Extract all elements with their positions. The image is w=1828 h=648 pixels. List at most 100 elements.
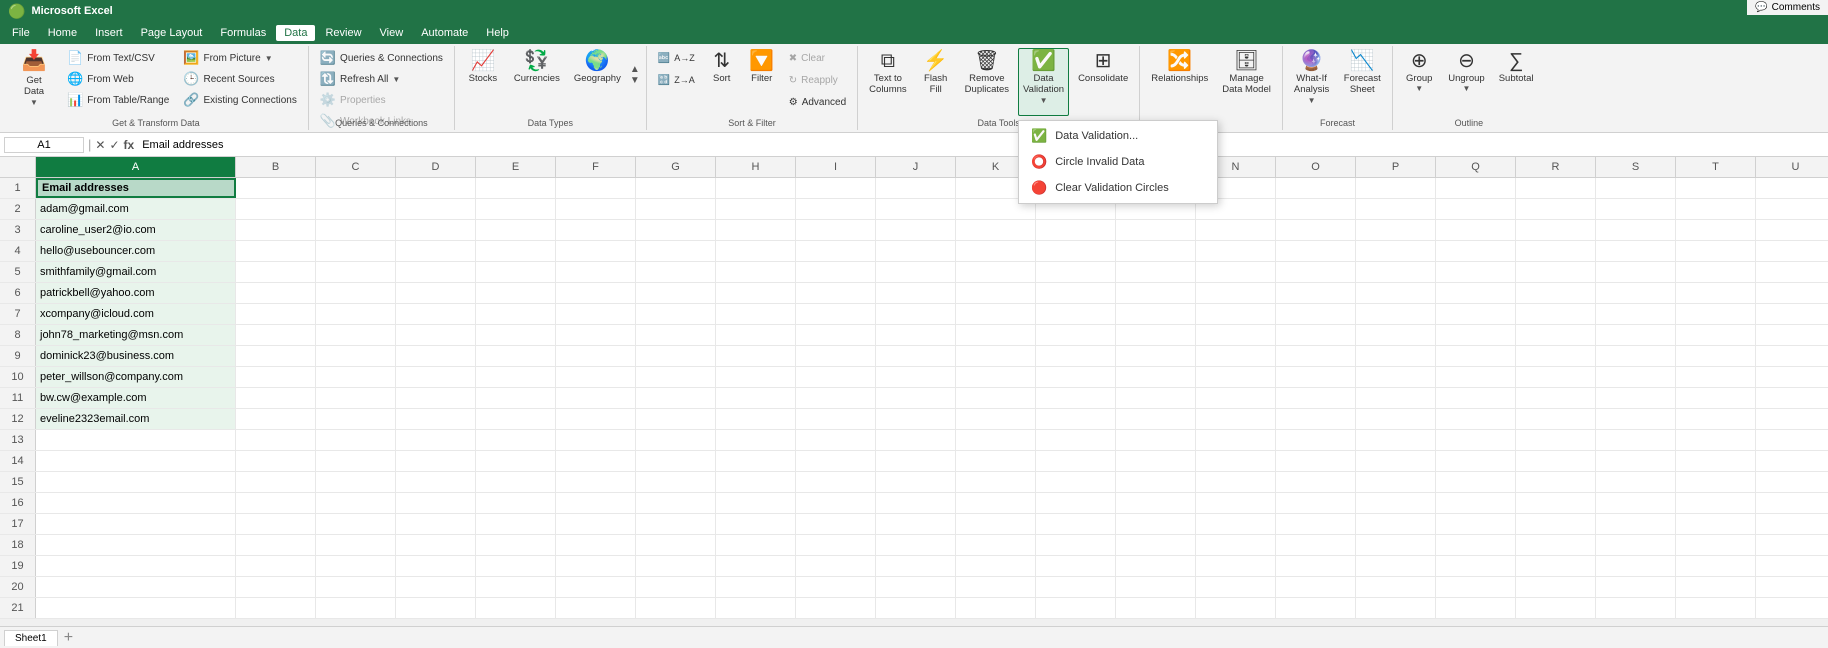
cell-b2[interactable] xyxy=(236,199,316,219)
cell-h20[interactable] xyxy=(716,577,796,597)
cell-c21[interactable] xyxy=(316,598,396,618)
cell-e16[interactable] xyxy=(476,493,556,513)
cell-d1[interactable] xyxy=(396,178,476,198)
menu-automate[interactable]: Automate xyxy=(413,25,476,41)
menu-help[interactable]: Help xyxy=(478,25,517,41)
row-header-5[interactable]: 5 xyxy=(0,262,36,282)
dv-data-validation-item[interactable]: ✅ Data Validation... xyxy=(1019,123,1217,149)
cell-p17[interactable] xyxy=(1356,514,1436,534)
cell-r7[interactable] xyxy=(1516,304,1596,324)
cell-c4[interactable] xyxy=(316,241,396,261)
cell-f8[interactable] xyxy=(556,325,636,345)
cell-f7[interactable] xyxy=(556,304,636,324)
group-button[interactable]: ⊕ Group ▼ xyxy=(1399,48,1439,116)
cell-i19[interactable] xyxy=(796,556,876,576)
cell-f18[interactable] xyxy=(556,535,636,555)
cell-n20[interactable] xyxy=(1196,577,1276,597)
row-header-10[interactable]: 10 xyxy=(0,367,36,387)
cell-a8[interactable]: john78_marketing@msn.com xyxy=(36,325,236,345)
cell-o5[interactable] xyxy=(1276,262,1356,282)
col-header-u[interactable]: U xyxy=(1756,157,1828,177)
cell-t16[interactable] xyxy=(1676,493,1756,513)
cell-u13[interactable] xyxy=(1756,430,1828,450)
cell-n9[interactable] xyxy=(1196,346,1276,366)
col-header-d[interactable]: D xyxy=(396,157,476,177)
cell-q14[interactable] xyxy=(1436,451,1516,471)
cell-b7[interactable] xyxy=(236,304,316,324)
cell-d20[interactable] xyxy=(396,577,476,597)
cell-k12[interactable] xyxy=(956,409,1036,429)
cell-i10[interactable] xyxy=(796,367,876,387)
cell-d9[interactable] xyxy=(396,346,476,366)
cell-r10[interactable] xyxy=(1516,367,1596,387)
row-header-4[interactable]: 4 xyxy=(0,241,36,261)
cell-e4[interactable] xyxy=(476,241,556,261)
cell-l6[interactable] xyxy=(1036,283,1116,303)
cell-t19[interactable] xyxy=(1676,556,1756,576)
cell-r15[interactable] xyxy=(1516,472,1596,492)
cell-m13[interactable] xyxy=(1116,430,1196,450)
cell-i20[interactable] xyxy=(796,577,876,597)
cell-o13[interactable] xyxy=(1276,430,1356,450)
from-table-range-button[interactable]: 📊 From Table/Range xyxy=(62,90,174,110)
filter-button[interactable]: 🔽 Filter xyxy=(744,48,780,116)
cell-u4[interactable] xyxy=(1756,241,1828,261)
queries-connections-button[interactable]: 🔄 Queries & Connections xyxy=(315,48,448,68)
cell-a6[interactable]: patrickbell@yahoo.com xyxy=(36,283,236,303)
cell-t18[interactable] xyxy=(1676,535,1756,555)
cell-f14[interactable] xyxy=(556,451,636,471)
cell-k15[interactable] xyxy=(956,472,1036,492)
cell-n15[interactable] xyxy=(1196,472,1276,492)
cell-r17[interactable] xyxy=(1516,514,1596,534)
cell-e9[interactable] xyxy=(476,346,556,366)
cell-h14[interactable] xyxy=(716,451,796,471)
cell-p14[interactable] xyxy=(1356,451,1436,471)
cell-f21[interactable] xyxy=(556,598,636,618)
cell-h16[interactable] xyxy=(716,493,796,513)
cell-d19[interactable] xyxy=(396,556,476,576)
cell-i11[interactable] xyxy=(796,388,876,408)
cell-r5[interactable] xyxy=(1516,262,1596,282)
cell-j13[interactable] xyxy=(876,430,956,450)
cell-i4[interactable] xyxy=(796,241,876,261)
cell-d6[interactable] xyxy=(396,283,476,303)
cell-a20[interactable] xyxy=(36,577,236,597)
cell-g16[interactable] xyxy=(636,493,716,513)
cell-r18[interactable] xyxy=(1516,535,1596,555)
cell-h10[interactable] xyxy=(716,367,796,387)
cell-h21[interactable] xyxy=(716,598,796,618)
cell-h2[interactable] xyxy=(716,199,796,219)
cell-p4[interactable] xyxy=(1356,241,1436,261)
cell-m15[interactable] xyxy=(1116,472,1196,492)
cell-g1[interactable] xyxy=(636,178,716,198)
cell-t5[interactable] xyxy=(1676,262,1756,282)
row-header-14[interactable]: 14 xyxy=(0,451,36,471)
cell-c6[interactable] xyxy=(316,283,396,303)
cell-b15[interactable] xyxy=(236,472,316,492)
cell-i8[interactable] xyxy=(796,325,876,345)
subtotal-button[interactable]: ∑ Subtotal xyxy=(1494,48,1539,116)
cell-k4[interactable] xyxy=(956,241,1036,261)
col-header-a[interactable]: A xyxy=(36,157,236,177)
cell-p19[interactable] xyxy=(1356,556,1436,576)
cell-s6[interactable] xyxy=(1596,283,1676,303)
cell-h7[interactable] xyxy=(716,304,796,324)
cell-a11[interactable]: bw.cw@example.com xyxy=(36,388,236,408)
cell-r19[interactable] xyxy=(1516,556,1596,576)
cell-k10[interactable] xyxy=(956,367,1036,387)
cell-k19[interactable] xyxy=(956,556,1036,576)
cell-d4[interactable] xyxy=(396,241,476,261)
cell-j10[interactable] xyxy=(876,367,956,387)
cell-e17[interactable] xyxy=(476,514,556,534)
row-header-19[interactable]: 19 xyxy=(0,556,36,576)
cell-q3[interactable] xyxy=(1436,220,1516,240)
cell-b18[interactable] xyxy=(236,535,316,555)
cell-t10[interactable] xyxy=(1676,367,1756,387)
cell-h11[interactable] xyxy=(716,388,796,408)
cell-q2[interactable] xyxy=(1436,199,1516,219)
cell-s12[interactable] xyxy=(1596,409,1676,429)
cell-l21[interactable] xyxy=(1036,598,1116,618)
cell-c15[interactable] xyxy=(316,472,396,492)
relationships-button[interactable]: 🔀 Relationships xyxy=(1146,48,1213,116)
cell-u8[interactable] xyxy=(1756,325,1828,345)
